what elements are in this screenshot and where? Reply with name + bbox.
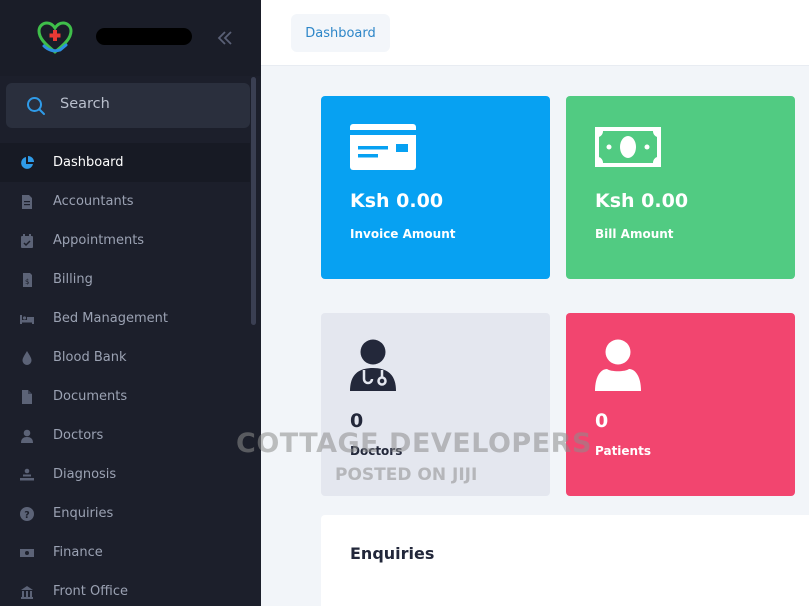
bed-icon — [20, 315, 34, 324]
invoice-amount-value: Ksh 0.00 — [350, 190, 444, 212]
double-chevron-left-icon[interactable] — [214, 27, 236, 49]
sidebar-item-label: Enquiries — [53, 506, 114, 521]
sidebar-item-enquiries[interactable]: ? Enquiries — [0, 494, 250, 533]
file-icon — [22, 390, 32, 404]
sidebar-item-finance[interactable]: Finance — [0, 533, 250, 572]
sidebar-item-bed-management[interactable]: Bed Management — [0, 299, 250, 338]
enquiries-title: Enquiries — [350, 544, 435, 563]
invoice-card-icon — [350, 124, 416, 170]
sidebar-item-label: Dashboard — [53, 155, 124, 170]
bill-amount-caption: Bill Amount — [595, 227, 674, 241]
calendar-check-icon — [21, 234, 33, 248]
sidebar-item-label: Documents — [53, 389, 128, 404]
sidebar-item-label: Bed Management — [53, 311, 168, 326]
sidebar: Search Dashboard Accountants Appointment… — [0, 0, 261, 606]
watermark-line2: POSTED ON JIJI — [335, 465, 478, 485]
blood-drop-icon — [22, 351, 32, 365]
search-icon — [27, 97, 45, 115]
question-circle-icon: ? — [20, 507, 34, 521]
sidebar-item-label: Billing — [53, 272, 93, 287]
sidebar-search[interactable]: Search — [6, 83, 250, 128]
sidebar-scrollbar[interactable] — [251, 77, 256, 325]
watermark-line1: COTTAGE DEVELOPERS — [236, 428, 592, 459]
sidebar-item-label: Finance — [53, 545, 103, 560]
patients-card[interactable]: 0 Patients — [566, 313, 795, 496]
user-doctor-icon — [21, 429, 33, 443]
sidebar-item-label: Doctors — [53, 428, 104, 443]
document-icon — [22, 195, 32, 209]
sidebar-item-label: Front Office — [53, 584, 128, 599]
sidebar-item-documents[interactable]: Documents — [0, 377, 250, 416]
breadcrumb[interactable]: Dashboard — [291, 14, 390, 52]
search-label: Search — [60, 96, 110, 112]
user-doctor-icon — [350, 339, 396, 391]
brand-name-redacted — [96, 28, 192, 45]
invoice-amount-caption: Invoice Amount — [350, 227, 456, 241]
money-bill-icon — [20, 549, 34, 557]
sidebar-item-doctors[interactable]: Doctors — [0, 416, 250, 455]
invoice-icon: $ — [23, 273, 32, 287]
sidebar-item-front-office[interactable]: Front Office — [0, 572, 250, 606]
pie-chart-icon — [21, 156, 34, 169]
sidebar-item-label: Blood Bank — [53, 350, 127, 365]
sidebar-item-appointments[interactable]: Appointments — [0, 221, 250, 260]
patients-count: 0 — [595, 410, 609, 432]
svg-text:?: ? — [24, 510, 30, 521]
sidebar-item-accountants[interactable]: Accountants — [0, 182, 250, 221]
enquiries-panel: Enquiries — [321, 515, 809, 606]
sidebar-item-blood-bank[interactable]: Blood Bank — [0, 338, 250, 377]
patients-caption: Patients — [595, 444, 651, 458]
money-bill-icon — [595, 127, 661, 167]
sidebar-menu: Dashboard Accountants Appointments $ Bil… — [0, 143, 250, 606]
invoice-amount-card[interactable]: Ksh 0.00 Invoice Amount — [321, 96, 550, 279]
sidebar-item-diagnosis[interactable]: Diagnosis — [0, 455, 250, 494]
user-icon — [595, 339, 641, 391]
sidebar-item-label: Accountants — [53, 194, 134, 209]
sidebar-item-label: Diagnosis — [53, 467, 117, 482]
sidebar-item-billing[interactable]: $ Billing — [0, 260, 250, 299]
bill-amount-card[interactable]: Ksh 0.00 Bill Amount — [566, 96, 795, 279]
bill-amount-value: Ksh 0.00 — [595, 190, 689, 212]
sidebar-header — [0, 0, 261, 76]
top-bar: Dashboard — [261, 0, 809, 66]
sidebar-item-label: Appointments — [53, 233, 145, 248]
svg-text:$: $ — [25, 278, 29, 286]
sidebar-item-dashboard[interactable]: Dashboard — [0, 143, 250, 182]
building-icon — [21, 586, 33, 599]
heart-logo-icon — [37, 21, 73, 54]
diagnosis-icon — [20, 468, 34, 481]
